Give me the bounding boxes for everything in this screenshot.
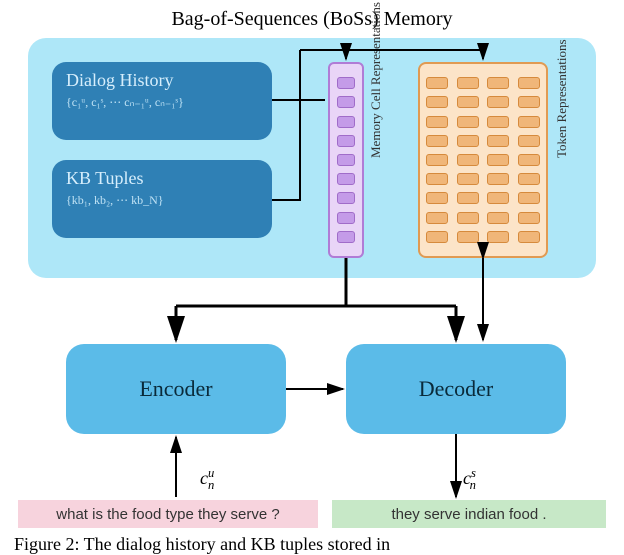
token-icon (518, 173, 540, 185)
figure-caption: Figure 2: The dialog history and KB tupl… (14, 534, 390, 555)
memory-cell-icon (337, 154, 355, 166)
encoder-label: Encoder (139, 376, 212, 402)
dialog-history-title: Dialog History (66, 70, 258, 91)
token-icon (487, 154, 509, 166)
token-icon (457, 116, 479, 128)
token-icon (426, 77, 448, 89)
token-representations-block (418, 62, 548, 258)
diagram-title: Bag-of-Sequences (BoSs) Memory (0, 8, 624, 31)
token-icon (426, 173, 448, 185)
token-icon (457, 154, 479, 166)
token-icon (518, 192, 540, 204)
token-icon (457, 231, 479, 243)
memory-cell-icon (337, 135, 355, 147)
diagram-root: Bag-of-Sequences (BoSs) Memory Dialog Hi… (0, 0, 624, 554)
cns-symbol: csn (463, 466, 476, 493)
token-icon (487, 116, 509, 128)
cnu-symbol: cun (200, 466, 214, 493)
token-icon (518, 231, 540, 243)
token-icon (457, 135, 479, 147)
token-icon (487, 231, 509, 243)
decoder-label: Decoder (419, 376, 494, 402)
token-icon (426, 154, 448, 166)
token-icon (426, 135, 448, 147)
token-icon (426, 212, 448, 224)
memory-cell-icon (337, 96, 355, 108)
token-representations-label: Token Representations (554, 39, 570, 158)
user-utterance-box: what is the food type they serve ? (18, 500, 318, 528)
token-icon (518, 135, 540, 147)
memory-cell-label: Memory Cell Representations (368, 2, 384, 158)
token-icon (426, 116, 448, 128)
kb-tuples-box: KB Tuples {kb₁, kb₂, ⋯ kb_N} (52, 160, 272, 238)
token-icon (426, 192, 448, 204)
dialog-history-sub: {c₁ᵘ, c₁ˢ, ⋯ cₙ₋₁ᵘ, cₙ₋₁ˢ} (66, 95, 258, 110)
token-icon (457, 192, 479, 204)
kb-tuples-sub: {kb₁, kb₂, ⋯ kb_N} (66, 193, 258, 208)
token-icon (487, 135, 509, 147)
token-icon (457, 96, 479, 108)
token-icon (518, 212, 540, 224)
memory-cell-icon (337, 212, 355, 224)
token-icon (487, 77, 509, 89)
memory-cell-icon (337, 192, 355, 204)
token-icon (457, 173, 479, 185)
token-icon (518, 96, 540, 108)
token-icon (518, 116, 540, 128)
token-icon (426, 231, 448, 243)
memory-cell-icon (337, 231, 355, 243)
encoder-block: Encoder (66, 344, 286, 434)
memory-cell-icon (337, 77, 355, 89)
decoder-block: Decoder (346, 344, 566, 434)
kb-tuples-title: KB Tuples (66, 168, 258, 189)
token-icon (487, 212, 509, 224)
token-icon (487, 173, 509, 185)
token-icon (487, 192, 509, 204)
token-icon (518, 77, 540, 89)
token-icon (457, 77, 479, 89)
memory-cell-icon (337, 173, 355, 185)
token-icon (426, 96, 448, 108)
token-icon (487, 96, 509, 108)
token-icon (457, 212, 479, 224)
memory-cell-column (328, 62, 364, 258)
memory-cell-icon (337, 116, 355, 128)
token-icon (518, 154, 540, 166)
dialog-history-box: Dialog History {c₁ᵘ, c₁ˢ, ⋯ cₙ₋₁ᵘ, cₙ₋₁ˢ… (52, 62, 272, 140)
system-response-box: they serve indian food . (332, 500, 606, 528)
